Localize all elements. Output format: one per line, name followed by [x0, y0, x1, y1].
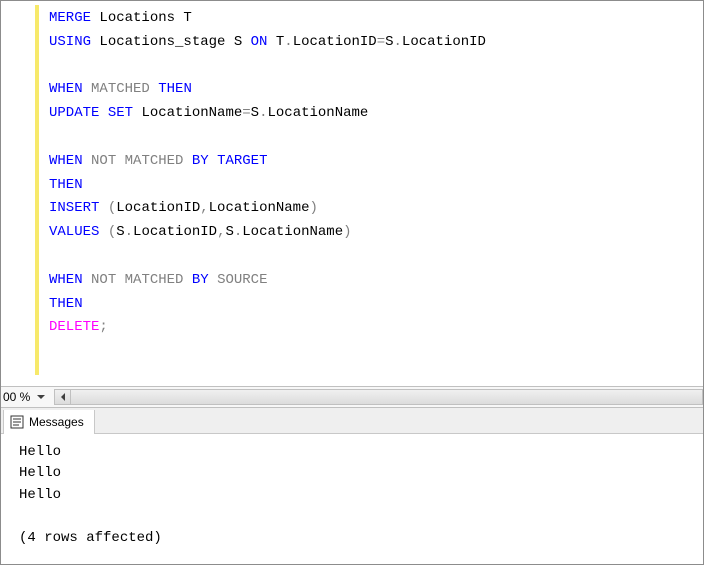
code-line: USING Locations_stage S ON T.LocationID=…: [49, 31, 693, 55]
code-line: WHEN MATCHED THEN: [49, 78, 693, 102]
message-line: Hello: [19, 463, 691, 485]
message-line: [19, 507, 691, 529]
code-line: THEN: [49, 174, 693, 198]
zoom-level[interactable]: 00 %: [1, 390, 34, 404]
code-line: DELETE;: [49, 316, 693, 340]
tab-messages[interactable]: Messages: [3, 410, 95, 434]
scroll-left-button[interactable]: [55, 390, 71, 404]
code-line: THEN: [49, 293, 693, 317]
messages-pane[interactable]: HelloHelloHello (4 rows affected): [1, 434, 703, 564]
code-line: WHEN NOT MATCHED BY TARGET: [49, 150, 693, 174]
zoom-dropdown[interactable]: [34, 393, 48, 401]
chevron-left-icon: [59, 393, 67, 401]
results-tabstrip: Messages: [1, 408, 703, 434]
code-line: [49, 245, 693, 269]
code-line: UPDATE SET LocationName=S.LocationName: [49, 102, 693, 126]
editor-gutter: [1, 1, 35, 386]
message-line: Hello: [19, 442, 691, 464]
message-line: Hello: [19, 485, 691, 507]
editor-status-bar: 00 %: [1, 386, 703, 408]
code-line: MERGE Locations T: [49, 7, 693, 31]
messages-icon: [10, 415, 24, 429]
chevron-down-icon: [37, 393, 45, 401]
code-line: [49, 126, 693, 150]
code-line: VALUES (S.LocationID,S.LocationName): [49, 221, 693, 245]
change-indicator-bar: [35, 5, 39, 375]
message-line: (4 rows affected): [19, 528, 691, 550]
horizontal-scrollbar[interactable]: [54, 389, 703, 405]
code-line: WHEN NOT MATCHED BY SOURCE: [49, 269, 693, 293]
code-line: INSERT (LocationID,LocationName): [49, 197, 693, 221]
sql-code[interactable]: MERGE Locations TUSING Locations_stage S…: [1, 1, 703, 350]
tab-label: Messages: [29, 415, 84, 429]
sql-editor-pane[interactable]: MERGE Locations TUSING Locations_stage S…: [1, 1, 703, 386]
code-line: [49, 55, 693, 79]
